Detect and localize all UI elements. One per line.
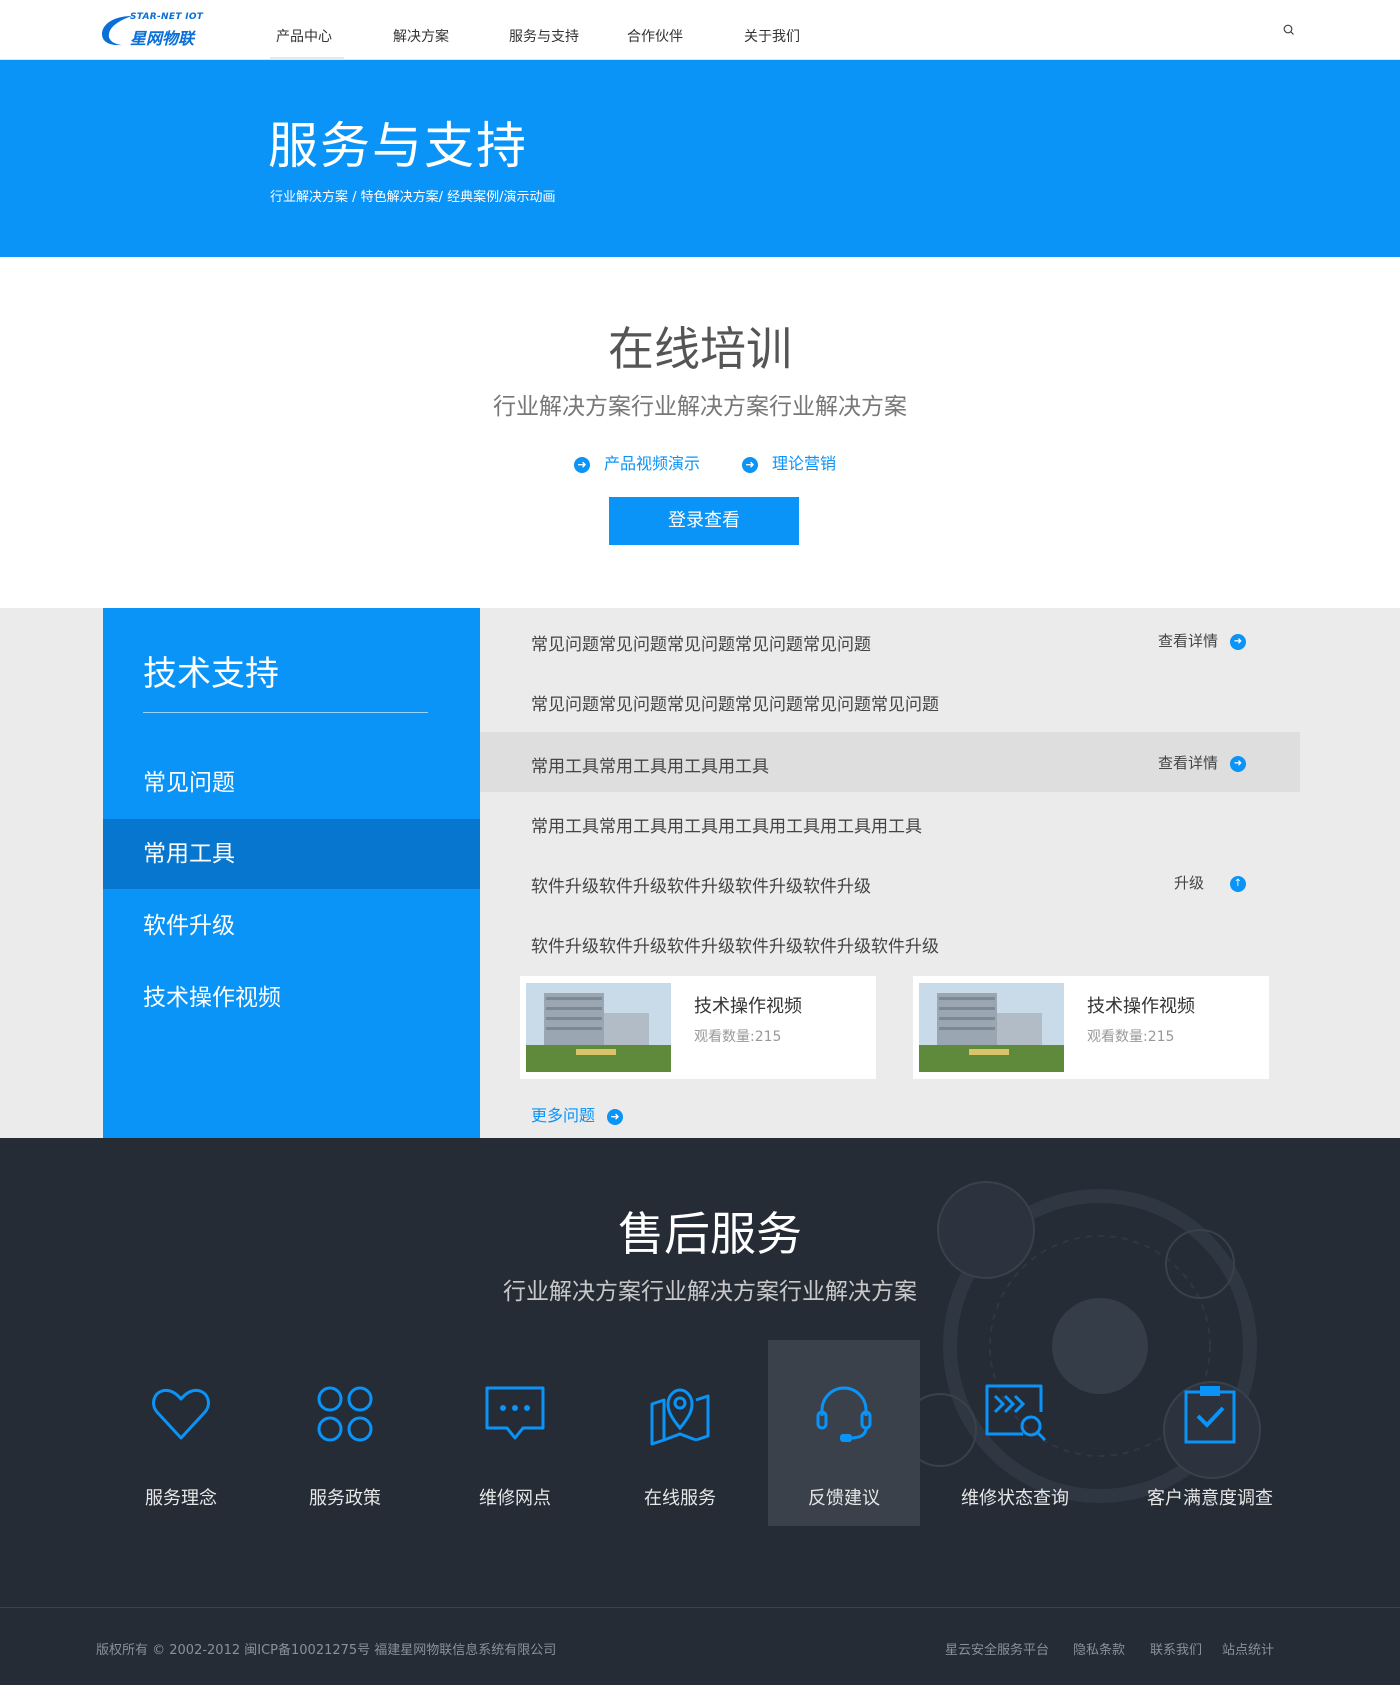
video-views: 观看数量:215 — [694, 1029, 782, 1045]
nav-partners[interactable]: 合作伙伴 — [627, 26, 683, 46]
map-pin-icon — [650, 1388, 710, 1446]
service-label: 反馈建议 — [808, 1488, 880, 1509]
repair-outlets[interactable]: 维修网点 — [440, 1340, 590, 1526]
copyright-text: 版权所有 © 2002-2012 闽ICP备10021275号 福建星网物联信息… — [96, 1643, 557, 1658]
nav-about[interactable]: 关于我们 — [744, 26, 800, 46]
page-title: 服务与支持 — [268, 117, 528, 175]
training-subtitle: 行业解决方案行业解决方案行业解决方案 — [493, 394, 907, 420]
list-item-text: 常用工具常用工具用工具用工具 — [531, 757, 769, 777]
list-item[interactable]: 常用工具常用工具用工具用工具用工具用工具用工具 — [480, 792, 1300, 852]
arrow-up-icon: ↑ — [1230, 875, 1246, 892]
headset-icon — [816, 1386, 872, 1442]
site-header: STAR-NET IOT 星网物联 产品中心 解决方案 服务与支持 合作伙伴 关… — [0, 0, 1400, 60]
list-item-text: 常见问题常见问题常见问题常见问题常见问题 — [531, 635, 871, 655]
customer-satisfaction-survey[interactable]: 客户满意度调查 — [1130, 1340, 1290, 1526]
service-label: 客户满意度调查 — [1147, 1488, 1273, 1509]
more-questions-link[interactable]: 更多问题 ➜ — [531, 1102, 624, 1126]
footer-link-stats[interactable]: 站点统计 — [1222, 1639, 1274, 1658]
sidebar-item-upgrade[interactable]: 软件升级 — [103, 891, 480, 961]
online-service[interactable]: 在线服务 — [605, 1340, 755, 1526]
page-subtitle: 行业解决方案 / 特色解决方案/ 经典案例/演示动画 — [270, 190, 556, 205]
list-item[interactable]: 软件升级软件升级软件升级软件升级软件升级 升级 ↑ — [480, 852, 1300, 912]
chat-icon — [485, 1386, 545, 1440]
support-sidebar: 技术支持 常见问题 常用工具 软件升级 技术操作视频 — [103, 608, 480, 1138]
list-item-text: 软件升级软件升级软件升级软件升级软件升级 — [531, 877, 871, 897]
divider — [143, 712, 428, 713]
logo-text-en: STAR-NET IOT — [130, 12, 204, 22]
more-label: 更多问题 — [531, 1106, 596, 1125]
video-title: 技术操作视频 — [1087, 996, 1195, 1017]
hero-banner: 服务与支持 行业解决方案 / 特色解决方案/ 经典案例/演示动画 — [0, 60, 1400, 257]
action-label: 查看详情 — [1157, 632, 1218, 650]
tech-support-section: 技术支持 常见问题 常用工具 软件升级 技术操作视频 常见问题常见问题常见问题常… — [0, 608, 1400, 1138]
list-item[interactable]: 常用工具常用工具用工具用工具 查看详情 ➜ — [480, 732, 1300, 792]
repair-status-query[interactable]: 维修状态查询 — [940, 1340, 1090, 1526]
logo[interactable]: STAR-NET IOT 星网物联 — [100, 12, 212, 48]
footer-link-privacy[interactable]: 隐私条款 — [1073, 1639, 1125, 1658]
service-policy[interactable]: 服务政策 — [270, 1340, 420, 1526]
sidebar-item-tools[interactable]: 常用工具 — [103, 819, 480, 889]
service-label: 服务理念 — [145, 1488, 217, 1509]
clipboard-check-icon — [1184, 1386, 1236, 1444]
login-view-button[interactable]: 登录查看 — [609, 497, 799, 545]
list-item-text: 软件升级软件升级软件升级软件升级软件升级软件升级 — [531, 937, 939, 957]
feedback-suggestion[interactable]: 反馈建议 — [768, 1340, 920, 1526]
arrow-right-icon: ➜ — [1230, 633, 1246, 650]
footer-link-security-platform[interactable]: 星云安全服务平台 — [945, 1639, 1049, 1658]
nav-solutions[interactable]: 解决方案 — [393, 26, 449, 46]
nav-products[interactable]: 产品中心 — [276, 26, 332, 46]
nav-service-support[interactable]: 服务与支持 — [509, 26, 579, 46]
list-item[interactable]: 常见问题常见问题常见问题常见问题常见问题 查看详情 ➜ — [480, 610, 1300, 670]
support-title: 技术支持 — [143, 654, 279, 694]
list-item-text: 常用工具常用工具用工具用工具用工具用工具用工具 — [531, 817, 922, 837]
video-thumbnail — [526, 983, 671, 1072]
online-training-section: 在线培训 行业解决方案行业解决方案行业解决方案 ➜ 产品视频演示 ➜ 理论营销 登录… — [0, 257, 1400, 608]
logo-text-cn: 星网物联 — [130, 29, 195, 48]
site-footer: 版权所有 © 2002-2012 闽ICP备10021275号 福建星网物联信息… — [0, 1607, 1400, 1685]
arrow-right-icon: ➜ — [607, 1108, 624, 1125]
footer-link-contact[interactable]: 联系我们 — [1150, 1639, 1202, 1658]
action-label: 查看详情 — [1157, 754, 1218, 772]
view-details-link[interactable]: 查看详情 ➜ — [1158, 752, 1246, 773]
link-theory-marketing[interactable]: ➜ 理论营销 — [742, 450, 836, 474]
video-thumbnail — [919, 983, 1064, 1072]
sidebar-item-videos[interactable]: 技术操作视频 — [103, 963, 480, 1033]
search-status-icon — [985, 1384, 1047, 1442]
list-item-text: 常见问题常见问题常见问题常见问题常见问题常见问题 — [531, 695, 939, 715]
after-sales-title: 售后服务 — [618, 1207, 802, 1261]
after-sales-section: 售后服务 行业解决方案行业解决方案行业解决方案 服务理念 服务政策 维修网点 在… — [0, 1138, 1400, 1607]
video-card[interactable]: 技术操作视频 观看数量:215 — [520, 976, 876, 1079]
sidebar-item-faq[interactable]: 常见问题 — [103, 748, 480, 818]
arrow-right-icon: ➜ — [574, 456, 590, 473]
video-views: 观看数量:215 — [1087, 1029, 1175, 1045]
view-details-link[interactable]: 查看详情 ➜ — [1158, 630, 1246, 651]
action-label: 升级 — [1173, 874, 1204, 892]
arrow-right-icon: ➜ — [742, 456, 758, 473]
video-title: 技术操作视频 — [694, 996, 802, 1017]
heart-icon — [152, 1388, 210, 1440]
link-product-video[interactable]: ➜ 产品视频演示 — [574, 450, 700, 474]
list-item[interactable]: 常见问题常见问题常见问题常见问题常见问题常见问题 — [480, 670, 1300, 730]
service-philosophy[interactable]: 服务理念 — [106, 1340, 256, 1526]
video-card[interactable]: 技术操作视频 观看数量:215 — [913, 976, 1269, 1079]
link-label: 理论营销 — [772, 454, 837, 473]
link-label: 产品视频演示 — [604, 454, 701, 473]
service-label: 维修状态查询 — [961, 1488, 1069, 1509]
training-title: 在线培训 — [608, 322, 792, 376]
list-item[interactable]: 软件升级软件升级软件升级软件升级软件升级软件升级 — [480, 912, 1300, 972]
after-sales-subtitle: 行业解决方案行业解决方案行业解决方案 — [503, 1279, 917, 1305]
search-icon[interactable] — [1283, 24, 1295, 36]
service-label: 维修网点 — [479, 1488, 551, 1509]
service-label: 服务政策 — [309, 1488, 381, 1509]
upgrade-link[interactable]: 升级 ↑ — [1174, 872, 1246, 893]
service-label: 在线服务 — [644, 1488, 716, 1509]
logo-swoosh-icon — [102, 16, 132, 46]
grid-icon — [317, 1386, 373, 1442]
arrow-right-icon: ➜ — [1230, 755, 1246, 772]
